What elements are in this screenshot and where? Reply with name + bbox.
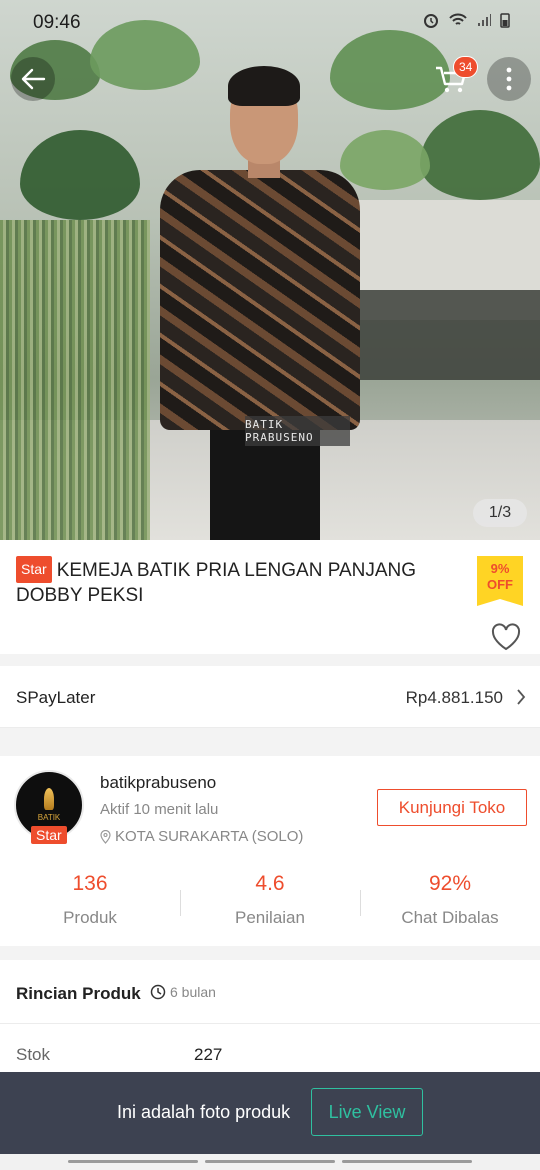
battery-icon bbox=[500, 13, 510, 28]
clock-icon bbox=[150, 984, 166, 1000]
wifi-icon bbox=[449, 13, 467, 25]
product-title-text: KEMEJA BATIK PRIA LENGAN PANJANG DOBBY P… bbox=[16, 560, 417, 606]
detail-key-stock: Stok bbox=[16, 1045, 51, 1064]
spaylater-label: SPayLater bbox=[16, 688, 96, 707]
stat-label: Produk bbox=[63, 908, 117, 927]
discount-percent: 9% bbox=[490, 561, 510, 576]
discount-tag: 9% OFF bbox=[477, 556, 523, 606]
watermark-logo: BATIK PRABUSENO bbox=[245, 416, 350, 446]
stat-value: 4.6 bbox=[255, 872, 285, 895]
more-options-button[interactable] bbox=[487, 57, 531, 101]
location-pin-icon bbox=[100, 829, 111, 844]
system-nav-bar bbox=[0, 1154, 540, 1170]
live-view-banner: Ini adalah foto produk Live View bbox=[0, 1072, 540, 1154]
shop-location: KOTA SURAKARTA (SOLO) bbox=[100, 828, 303, 845]
nav-back[interactable] bbox=[342, 1160, 472, 1163]
shop-star-badge: Star bbox=[31, 826, 67, 844]
status-time: 09:46 bbox=[33, 12, 81, 33]
cart-count-badge: 34 bbox=[453, 56, 479, 78]
details-divider bbox=[0, 1023, 540, 1024]
section-divider bbox=[0, 654, 540, 666]
visit-shop-button[interactable]: Kunjungi Toko bbox=[377, 789, 527, 826]
stat-chat-reply: 92% Chat Dibalas bbox=[360, 872, 540, 928]
shop-name[interactable]: batikprabuseno bbox=[100, 773, 216, 793]
product-age-text: 6 bulan bbox=[170, 984, 216, 1000]
image-counter: 1/3 bbox=[473, 499, 527, 527]
stat-products: 136 Produk bbox=[0, 872, 180, 928]
model-hair bbox=[228, 66, 300, 106]
nav-home[interactable] bbox=[205, 1160, 335, 1163]
stat-label: Penilaian bbox=[235, 908, 305, 927]
batik-shirt bbox=[160, 170, 360, 430]
stat-value: 136 bbox=[72, 872, 108, 895]
plant-leaf bbox=[20, 130, 140, 220]
plant-leaf bbox=[420, 110, 540, 200]
product-title-section: Star KEMEJA BATIK PRIA LENGAN PANJANG DOB… bbox=[0, 540, 540, 654]
stat-rating: 4.6 Penilaian bbox=[180, 872, 360, 928]
detail-value-stock: 227 bbox=[194, 1045, 223, 1064]
back-button[interactable] bbox=[11, 57, 55, 101]
shop-logo-mark bbox=[44, 788, 54, 810]
nav-recents[interactable] bbox=[68, 1160, 198, 1163]
live-view-button[interactable]: Live View bbox=[311, 1088, 423, 1136]
spaylater-row[interactable]: SPayLater Rp4.881.150 bbox=[0, 666, 540, 728]
status-icons bbox=[422, 12, 510, 28]
shop-logo-text: BATIK bbox=[37, 813, 61, 822]
shop-section: BATIK Star batikprabuseno Aktif 10 menit… bbox=[0, 756, 540, 946]
product-age: 6 bulan bbox=[150, 984, 216, 1000]
stat-value: 92% bbox=[428, 872, 472, 895]
spaylater-amount: Rp4.881.150 bbox=[405, 688, 503, 707]
shop-active-status: Aktif 10 menit lalu bbox=[100, 801, 219, 818]
back-arrow-icon bbox=[21, 68, 46, 90]
more-vertical-icon bbox=[506, 67, 512, 91]
section-divider bbox=[0, 946, 540, 960]
section-divider bbox=[0, 728, 540, 756]
alarm-icon bbox=[424, 14, 438, 28]
status-bar: 09:46 bbox=[0, 0, 540, 44]
discount-off-label: OFF bbox=[487, 577, 513, 592]
product-title: Star KEMEJA BATIK PRIA LENGAN PANJANG DOB… bbox=[16, 556, 456, 608]
star-seller-badge: Star bbox=[16, 556, 52, 583]
chevron-right-icon bbox=[517, 689, 526, 705]
banner-message: Ini adalah foto produk bbox=[117, 1102, 291, 1122]
stat-label: Chat Dibalas bbox=[401, 908, 499, 927]
hanging-vines bbox=[0, 220, 150, 540]
model-figure bbox=[150, 60, 370, 540]
shop-location-text: KOTA SURAKARTA (SOLO) bbox=[115, 828, 304, 845]
signal-icon bbox=[478, 14, 491, 26]
heart-icon[interactable] bbox=[490, 622, 522, 652]
details-heading: Rincian Produk bbox=[16, 984, 141, 1003]
